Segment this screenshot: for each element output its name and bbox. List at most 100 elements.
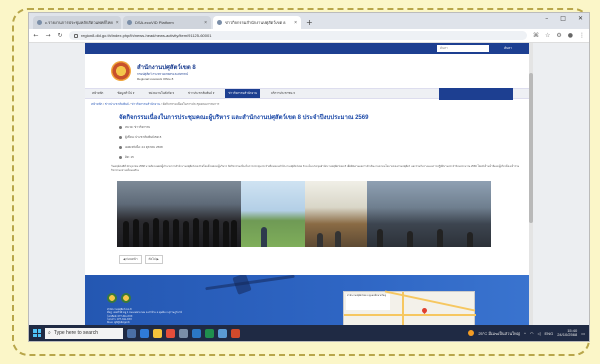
extensions-icon[interactable]: ⚙	[556, 32, 561, 39]
menu-item-home[interactable]: หน้าหลัก	[89, 89, 106, 98]
browser-tab-strip: c.รายงานการประชุมหลักสัตวแพทย์ไทย × DSA-…	[29, 13, 589, 29]
browser-toolbar: ← → ↻ region8.dld.go.th/index.php/th/new…	[29, 29, 589, 43]
language-indicator[interactable]: ENG	[545, 331, 554, 336]
weather-icon[interactable]	[468, 330, 475, 336]
system-tray: 25°C มีเมฆเป็นส่วนใหญ่ ^ ◠ ◁ ENG 15:40 2…	[468, 328, 589, 338]
article: จัดกิจกรรมเนื่องในการประชุมคณะผู้บริหาร …	[85, 110, 533, 264]
photo-conference[interactable]	[367, 181, 491, 247]
tab-favicon-icon	[217, 20, 222, 25]
task-view-icon[interactable]	[127, 328, 136, 338]
map-pin-icon	[420, 306, 429, 315]
site-main-menu: หน้าหลัก ข้อมูลทั่วไป ▾ หน่วยงานในสังกัด…	[85, 88, 533, 100]
meta-text: ผู้เขียน: ประชาสัมพันธ์เขต 8	[125, 135, 162, 139]
reload-icon[interactable]: ↻	[57, 32, 63, 39]
minimize-button[interactable]: –	[545, 15, 548, 22]
breadcrumb: หน้าหลัก / ข่าวประชาสัมพันธ์ / ข่าวกิจกร…	[91, 102, 220, 106]
file-explorer-icon[interactable]	[153, 328, 162, 338]
breadcrumb-item[interactable]: ข่าวประชาสัมพันธ์	[105, 102, 129, 106]
edge-icon[interactable]	[140, 328, 149, 338]
footer-logos	[107, 293, 131, 303]
weather-text[interactable]: 25°C มีเมฆเป็นส่วนใหญ่	[478, 330, 520, 337]
windows-start-icon[interactable]	[33, 329, 41, 337]
folder-icon	[119, 126, 122, 129]
translate-icon[interactable]: ⌘	[533, 32, 539, 39]
breadcrumb-item[interactable]: หน้าหลัก	[91, 102, 102, 106]
tray-arrow-icon[interactable]: ^	[524, 331, 526, 336]
breadcrumb-item[interactable]: ข่าวกิจกรรมสำนักงาน	[131, 102, 160, 106]
menu-item-general[interactable]: ข้อมูลทั่วไป ▾	[114, 89, 137, 98]
browser-tab-3[interactable]: ข่าวกิจกรรมสำนักงานปศุสัตว์เขต 8 ×	[213, 16, 301, 29]
next-article-button[interactable]: ถัดไป ▶	[144, 255, 163, 264]
article-meta-category: หมวด: ข่าวกิจกรรม	[119, 125, 499, 130]
clock[interactable]: 15:40 24/10/2568	[557, 328, 578, 338]
site-search-input[interactable]: ค้นหา	[437, 45, 489, 52]
browser-tab-2[interactable]: DSA-ecoVID Platform ×	[123, 16, 211, 29]
new-tab-button[interactable]: +	[306, 17, 313, 29]
browser-tab-1[interactable]: c.รายงานการประชุมหลักสัตวแพทย์ไทย ×	[33, 16, 121, 29]
menu-item-units[interactable]: หน่วยงานในสังกัด ▾	[145, 89, 177, 98]
eye-icon	[119, 156, 122, 159]
article-body: วันพฤหัสบดีที่ 23 ตุลาคม 2568 นายสัตวแพท…	[111, 165, 520, 172]
meta-text: เผยแพร่เมื่อ: 24 ตุลาคม 2568	[125, 145, 163, 149]
article-meta-author: ผู้เขียน: ประชาสัมพันธ์เขต 8	[119, 135, 499, 140]
tab-title: ข่าวกิจกรรมสำนักงานปศุสัตว์เขต 8	[225, 20, 286, 25]
footer-email[interactable]: อีเมล: rg8@dld.go.th	[107, 321, 182, 324]
store-icon[interactable]	[179, 328, 188, 338]
menu-item-services[interactable]: บริการประชาชน ▾	[268, 89, 298, 98]
photo-meeting-room[interactable]	[305, 181, 367, 247]
article-photo-strip	[117, 181, 499, 247]
calendar-icon	[119, 146, 122, 149]
taskbar-search[interactable]: ⌕ Type here to search	[45, 327, 123, 339]
notification-icon[interactable]: ▭	[581, 331, 585, 336]
tab-favicon-icon	[37, 20, 42, 25]
user-icon	[119, 136, 122, 139]
footer-logo-2	[121, 293, 131, 303]
tab-close-icon[interactable]: ×	[116, 20, 119, 26]
page-scrollbar[interactable]	[529, 43, 533, 325]
prev-article-button[interactable]: ◀ ก่อนหน้า	[119, 255, 142, 264]
web-page: ค้นหา ค้นหา สำนักงานปศุสัตว์เขต 8 กรมปศุ…	[85, 43, 533, 325]
menu-item-pr[interactable]: ข่าวประชาสัมพันธ์ ▾	[185, 89, 217, 98]
article-meta-hits: ฮิต: 15	[119, 155, 499, 160]
toolbar-icons: ⌘ ☆ ⚙ ● ⋮	[533, 32, 585, 39]
clock-date: 24/10/2568	[557, 332, 578, 337]
tab-close-icon[interactable]: ×	[294, 20, 297, 26]
site-search-button[interactable]: ค้นหา	[495, 45, 521, 52]
menu-item-activity[interactable]: ข่าวกิจกรรมสำนักงาน	[225, 89, 260, 98]
org-name: สำนักงานปศุสัตว์เขต 8	[137, 64, 196, 71]
meta-text: หมวด: ข่าวกิจกรรม	[125, 125, 151, 129]
close-window-button[interactable]: ✕	[578, 15, 583, 22]
tab-title: DSA-ecoVID Platform	[135, 20, 174, 25]
forward-arrow-icon[interactable]: →	[45, 32, 51, 39]
maximize-button[interactable]: □	[560, 15, 566, 22]
photo-banner-signing[interactable]	[241, 181, 305, 247]
footer-map[interactable]: สำนักงานปศุสัตว์เขต 8 ดูแผนที่ขนาดใหญ่	[343, 290, 476, 325]
org-name-en: Regional Livestock Office 8	[137, 76, 174, 81]
photos-icon[interactable]	[218, 328, 227, 338]
photo-group-staff[interactable]	[117, 181, 241, 247]
network-icon[interactable]: ◠	[530, 331, 534, 336]
back-arrow-icon[interactable]: ←	[33, 32, 39, 39]
article-title: จัดกิจกรรมเนื่องในการประชุมคณะผู้บริหาร …	[119, 115, 369, 121]
excel-icon[interactable]	[205, 328, 214, 338]
scrollbar-thumb[interactable]	[529, 73, 533, 223]
profile-icon[interactable]: ●	[568, 32, 573, 39]
menu-highlight-block	[439, 88, 513, 100]
url-text: region8.dld.go.th/index.php/th/news-head…	[81, 33, 212, 38]
volume-icon[interactable]: ◁	[537, 331, 540, 336]
menu-dots-icon[interactable]: ⋮	[579, 32, 585, 39]
bookmark-star-icon[interactable]: ☆	[545, 32, 550, 39]
dld-logo[interactable]	[111, 61, 131, 81]
address-bar[interactable]: region8.dld.go.th/index.php/th/news-head…	[69, 31, 527, 40]
tab-title: c.รายงานการประชุมหลักสัตวแพทย์ไทย	[45, 20, 113, 25]
tab-close-icon[interactable]: ×	[204, 20, 207, 26]
article-meta-date: เผยแพร่เมื่อ: 24 ตุลาคม 2568	[119, 145, 499, 150]
chrome-icon[interactable]	[166, 328, 175, 338]
org-subtitle: กรมปศุสัตว์ กระทรวงเกษตรและสหกรณ์	[137, 71, 189, 76]
meta-text: ฮิต: 15	[125, 155, 134, 159]
window-controls: – □ ✕	[545, 15, 583, 22]
search-icon: ⌕	[48, 330, 51, 336]
word-icon[interactable]	[192, 328, 201, 338]
powerpoint-icon[interactable]	[231, 328, 240, 338]
lock-icon	[74, 33, 78, 38]
